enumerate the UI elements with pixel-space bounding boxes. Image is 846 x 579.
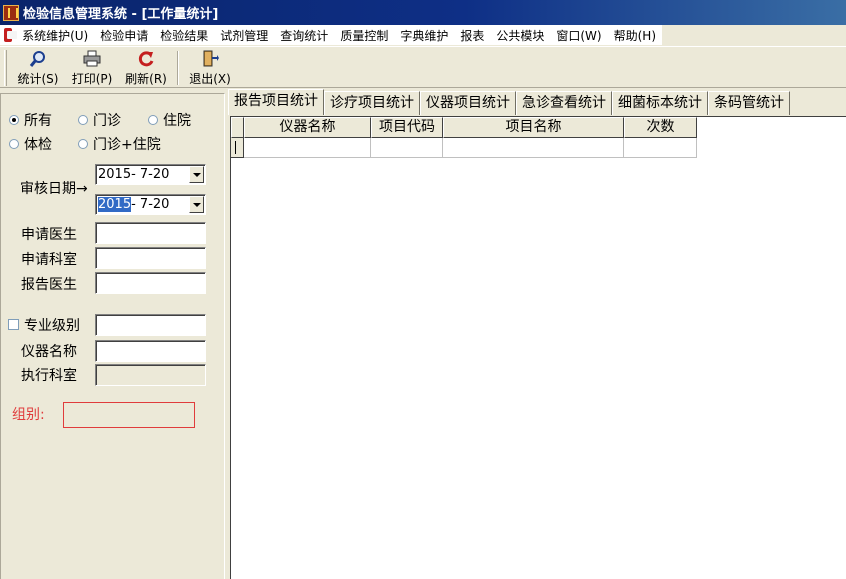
refresh-icon [137, 50, 155, 68]
filter-panel: 所有 门诊 住院 体检 门诊+住院 审核日期→ 2015- 7-20 2015 … [0, 93, 225, 579]
menu-public[interactable]: 公共模块 [490, 27, 550, 44]
app-icon [3, 4, 19, 21]
date-from-dropdown-button[interactable] [189, 166, 204, 183]
tab-emergency-stats[interactable]: 急诊查看统计 [516, 91, 612, 115]
menu-result[interactable]: 检验结果 [154, 27, 214, 44]
print-button-label: 打印(P) [71, 72, 113, 86]
menu-report[interactable]: 报表 [454, 27, 490, 44]
column-header-item-code[interactable]: 项目代码 [371, 117, 443, 138]
cell-item-code[interactable] [371, 138, 443, 158]
exec-dept-label: 执行科室 [21, 368, 77, 384]
apply-doctor-label: 申请医生 [21, 227, 77, 243]
menu-qc[interactable]: 质量控制 [334, 27, 394, 44]
date-from-picker[interactable]: 2015- 7-20 [95, 164, 206, 185]
toolbar: 统计(S) 打印(P) 刷新(R) 退出(X) [0, 46, 846, 88]
magnifier-icon [29, 50, 47, 68]
tab-barcode-tube-stats[interactable]: 条码管统计 [708, 91, 790, 115]
cell-item-name[interactable] [443, 138, 624, 158]
report-doctor-input[interactable] [95, 272, 206, 294]
grid-header: 仪器名称 项目代码 项目名称 次数 [231, 117, 697, 138]
specialty-checkbox[interactable] [8, 319, 19, 330]
radio-outpatient-inpatient[interactable]: 门诊+住院 [78, 134, 161, 154]
cell-count[interactable] [624, 138, 697, 158]
menu-query[interactable]: 查询统计 [274, 27, 334, 44]
audit-date-label: 审核日期→ [20, 181, 88, 197]
exec-dept-input [95, 364, 206, 386]
apply-dept-input[interactable] [95, 247, 206, 269]
tab-instrument-item-stats[interactable]: 仪器项目统计 [420, 91, 516, 115]
tab-bacteria-sample-stats[interactable]: 细菌标本统计 [612, 91, 708, 115]
column-header-item-name[interactable]: 项目名称 [443, 117, 624, 138]
tab-report-item-stats[interactable]: 报告项目统计 [228, 89, 324, 115]
report-doctor-label: 报告医生 [21, 277, 77, 293]
radio-circle-checked [9, 115, 19, 125]
refresh-button-label: 刷新(R) [125, 72, 167, 86]
radio-inpatient[interactable]: 住院 [148, 110, 191, 130]
radio-inpatient-label: 住院 [163, 113, 191, 129]
print-button[interactable]: 打印(P) [65, 47, 119, 87]
window-title: 检验信息管理系统 - [工作量统计] [23, 7, 219, 22]
printer-icon [83, 50, 101, 68]
exit-button-label: 退出(X) [189, 72, 231, 86]
radio-circle [78, 139, 88, 149]
grid-corner-cell [231, 117, 244, 138]
stats-grid[interactable]: 仪器名称 项目代码 项目名称 次数 [230, 116, 846, 579]
menu-window[interactable]: 窗口(W) [550, 27, 607, 44]
stat-button-label: 统计(S) [17, 72, 59, 86]
tab-treatment-item-stats[interactable]: 诊疗项目统计 [324, 91, 420, 115]
column-header-count[interactable]: 次数 [624, 117, 697, 138]
specialty-label: 专业级别 [24, 318, 80, 334]
instrument-input[interactable] [95, 340, 206, 362]
radio-all[interactable]: 所有 [9, 110, 52, 130]
radio-checkup-label: 体检 [24, 137, 52, 153]
date-to-rest: - 7-20 [131, 197, 170, 212]
radio-all-label: 所有 [24, 113, 52, 129]
toolbar-separator [177, 51, 179, 85]
title-bar: 检验信息管理系统 - [工作量统计] [0, 0, 846, 25]
specialty-input[interactable] [95, 314, 206, 336]
radio-outpatient-inpatient-label: 门诊+住院 [93, 137, 161, 153]
menu-bar: 系统维护(U) 检验申请 检验结果 试剂管理 查询统计 质量控制 字典维护 报表… [0, 25, 662, 45]
menu-reagent[interactable]: 试剂管理 [214, 27, 274, 44]
tab-strip: 报告项目统计 诊疗项目统计 仪器项目统计 急诊查看统计 细菌标本统计 条码管统计 [228, 89, 790, 115]
date-to-year-selected: 2015 [98, 197, 132, 212]
menu-bar-filler [662, 25, 846, 45]
date-from-value: 2015- 7-20 [98, 167, 170, 182]
instrument-label: 仪器名称 [21, 344, 77, 360]
column-header-instrument[interactable]: 仪器名称 [244, 117, 371, 138]
apply-doctor-input[interactable] [95, 222, 206, 244]
menu-apply[interactable]: 检验申请 [94, 27, 154, 44]
table-row[interactable] [231, 138, 697, 158]
cell-instrument[interactable] [244, 138, 371, 158]
exit-button[interactable]: 退出(X) [183, 47, 237, 87]
group-label: 组别: [12, 407, 45, 423]
radio-checkup[interactable]: 体检 [9, 134, 52, 154]
menu-system[interactable]: 系统维护(U) [16, 27, 94, 44]
date-to-picker[interactable]: 2015 - 7-20 [95, 194, 206, 215]
date-to-dropdown-button[interactable] [189, 196, 204, 213]
radio-circle [148, 115, 158, 125]
group-box[interactable] [63, 402, 195, 428]
stat-button[interactable]: 统计(S) [11, 47, 65, 87]
menu-dict[interactable]: 字典维护 [394, 27, 454, 44]
menu-help[interactable]: 帮助(H) [608, 27, 662, 44]
toolbar-grip[interactable] [4, 50, 7, 86]
apply-dept-label: 申请科室 [21, 252, 77, 268]
radio-outpatient-label: 门诊 [93, 113, 121, 129]
radio-circle [9, 139, 19, 149]
radio-outpatient[interactable]: 门诊 [78, 110, 121, 130]
exit-door-icon [201, 50, 219, 68]
refresh-button[interactable]: 刷新(R) [119, 47, 173, 87]
radio-circle [78, 115, 88, 125]
child-window-icon[interactable] [4, 28, 18, 42]
row-indicator[interactable] [231, 138, 244, 158]
